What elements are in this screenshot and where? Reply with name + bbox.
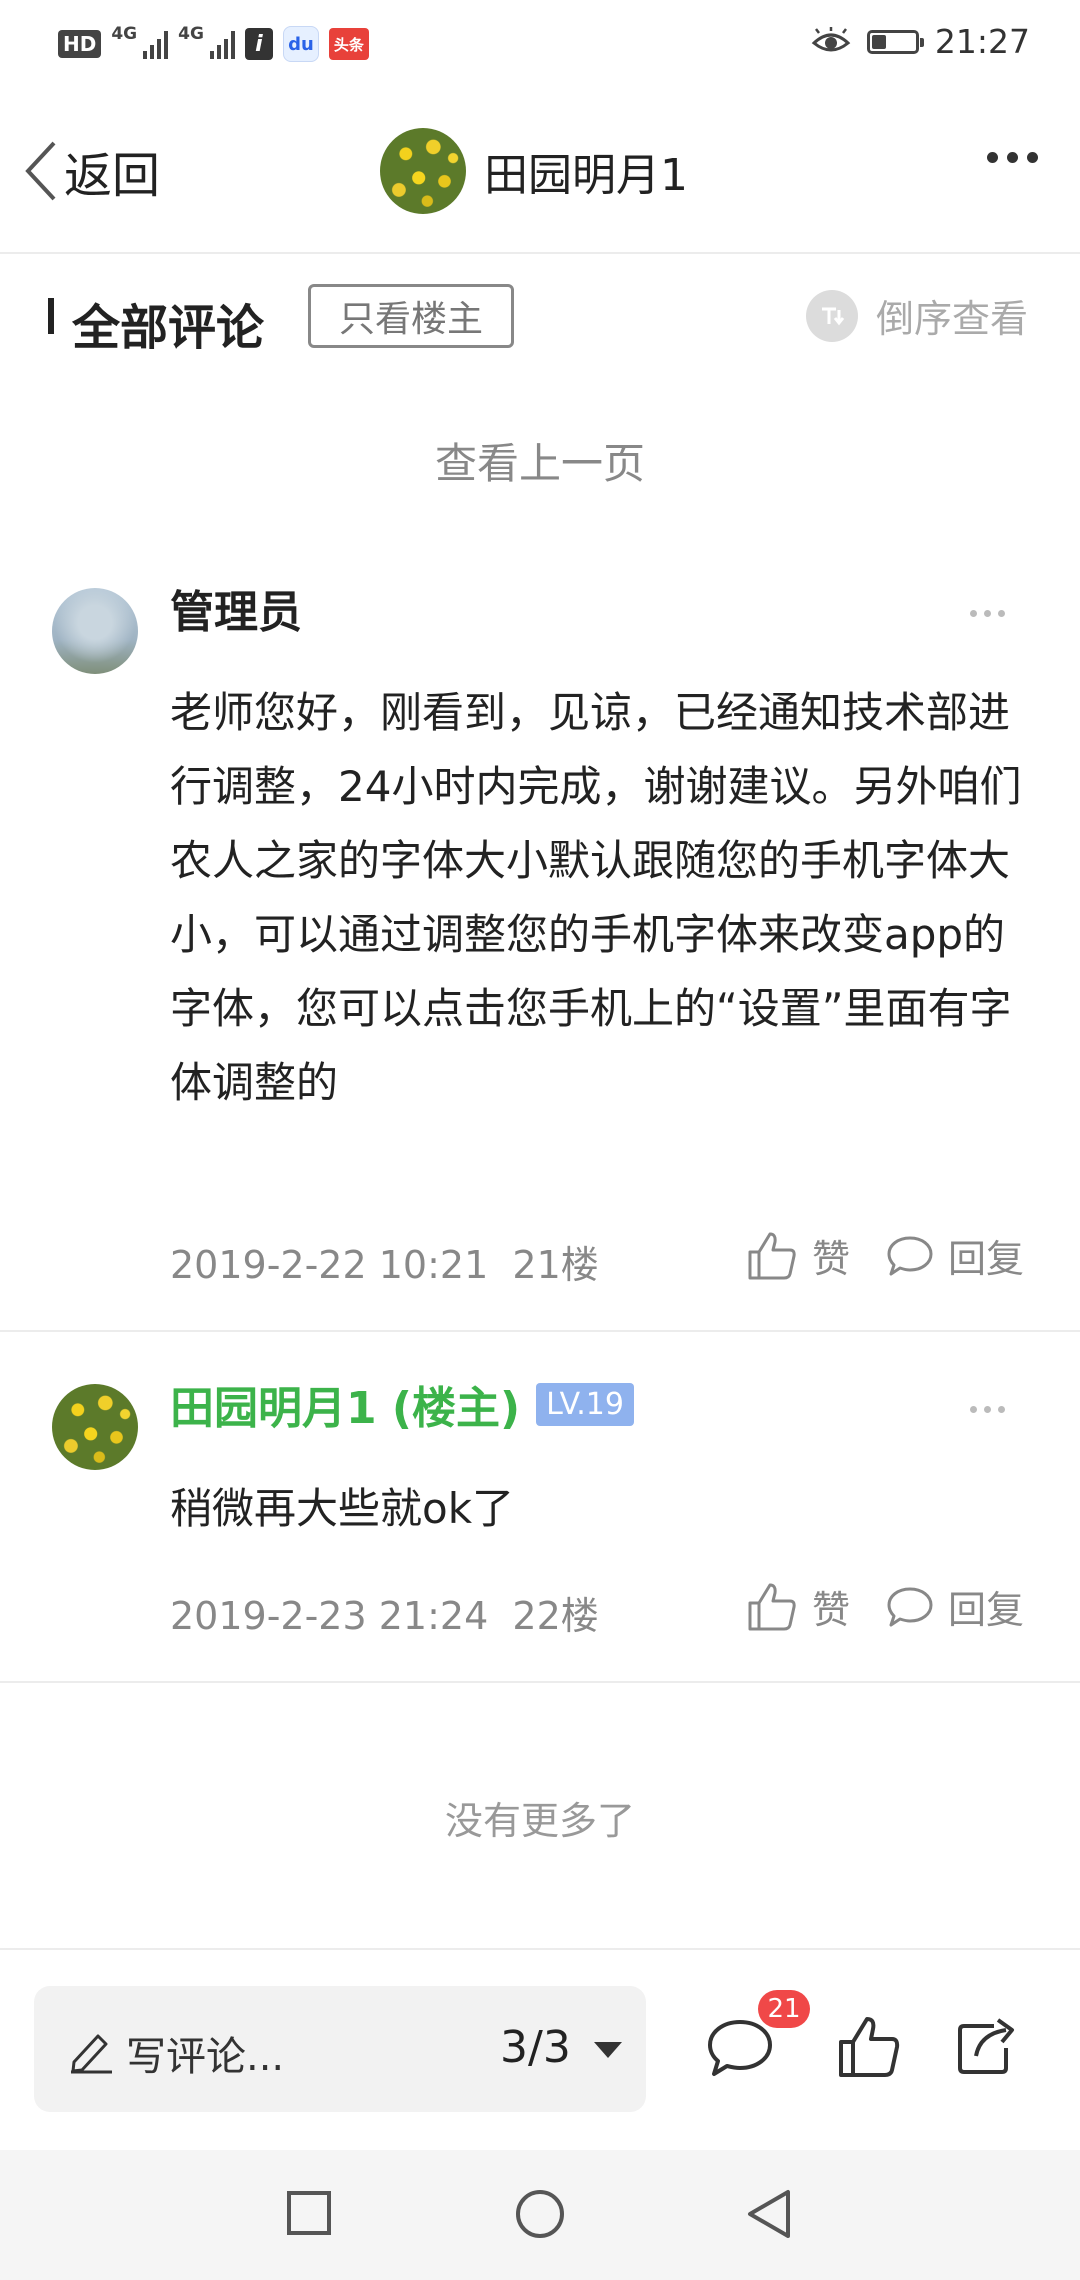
- caret-down-icon[interactable]: [594, 2042, 622, 2058]
- op-only-button[interactable]: 只看楼主: [308, 284, 514, 348]
- comments-icon[interactable]: [706, 2018, 774, 2078]
- comment-meta: 2019-2-22 10:21 21楼: [170, 1234, 599, 1289]
- page-title: 田园明月1: [484, 150, 688, 201]
- status-left: HD 4G 4G i du 头条: [58, 24, 369, 62]
- reply-button[interactable]: 回复: [886, 1579, 1024, 1634]
- comment-author[interactable]: 田园明月1 (楼主): [170, 1372, 520, 1436]
- more-icon[interactable]: [987, 152, 1038, 163]
- reply-label: 回复: [948, 1237, 1025, 1281]
- comment-bubble-icon: [887, 1236, 933, 1275]
- like-button[interactable]: 赞: [746, 1579, 850, 1634]
- back-button[interactable]: 返回: [20, 136, 160, 206]
- status-time: 21:27: [934, 22, 1030, 61]
- info-app-icon: i: [244, 28, 273, 60]
- comment-actions: 赞 回复: [746, 1228, 1024, 1283]
- toutiao-app-icon: 头条: [328, 28, 369, 60]
- thumbs-up-icon[interactable]: [836, 2014, 902, 2080]
- status-bar: HD 4G 4G i du 头条 21:27: [0, 0, 1080, 92]
- prev-page-link[interactable]: 查看上一页: [0, 430, 1080, 491]
- comment-input[interactable]: 写评论... 3/3: [34, 1986, 646, 2112]
- level-badge: LV.19: [536, 1382, 634, 1426]
- like-label: 赞: [812, 1237, 851, 1281]
- divider: [0, 1330, 1080, 1332]
- comment-date: 2019-2-23 21:24: [170, 1594, 489, 1638]
- avatar[interactable]: [52, 1384, 138, 1470]
- hd-icon: HD: [58, 30, 102, 58]
- comment-body: 稍微再大些就ok了: [170, 1484, 515, 1533]
- baidu-app-icon: du: [282, 26, 319, 62]
- page-indicator[interactable]: 3/3: [500, 2022, 571, 2073]
- signal-icon: [209, 29, 235, 59]
- network-type-1: 4G: [111, 24, 138, 44]
- back-label: 返回: [64, 148, 161, 204]
- no-more-text: 没有更多了: [444, 1799, 635, 1843]
- signal-icon: [143, 29, 169, 59]
- reply-label: 回复: [948, 1588, 1025, 1632]
- pencil-icon: [71, 2034, 112, 2074]
- comment-input-placeholder: 写评论...: [126, 2034, 285, 2080]
- comment-count-badge: 21: [758, 1990, 810, 2028]
- comment-body: 老师您好，刚看到，见谅，已经通知技术部进行调整，24小时内完成，谢谢建议。另外咱…: [170, 688, 1022, 1107]
- nav-user[interactable]: 田园明月1: [380, 128, 688, 214]
- reverse-order-button[interactable]: 倒序查看: [805, 288, 1028, 343]
- section-title: 全部评论: [72, 300, 265, 356]
- thumbs-up-icon: [748, 1583, 796, 1630]
- comment-more-icon[interactable]: [970, 610, 1005, 617]
- comment-author-row: 田园明月1 (楼主) LV.19: [170, 1372, 634, 1436]
- comment-floor: 22楼: [512, 1594, 599, 1638]
- chevron-left-icon: [25, 141, 56, 201]
- back-nav-icon[interactable]: [744, 2188, 792, 2240]
- section-marker: [48, 298, 54, 334]
- comment-meta: 2019-2-23 21:24 22楼: [170, 1585, 599, 1640]
- top-nav-bar: 返回 田园明月1: [0, 92, 1080, 254]
- like-button[interactable]: 赞: [746, 1228, 850, 1283]
- comment-author[interactable]: 管理员: [170, 576, 302, 640]
- reply-button[interactable]: 回复: [886, 1228, 1024, 1283]
- comment-more-icon[interactable]: [970, 1406, 1005, 1413]
- eye-icon: [811, 26, 851, 51]
- share-icon[interactable]: [954, 2012, 1020, 2078]
- comment-bubble-icon: [887, 1587, 933, 1626]
- bottom-bar: 写评论... 3/3 21: [0, 1948, 1080, 2152]
- thumbs-up-icon: [748, 1232, 796, 1279]
- status-right: 21:27: [811, 22, 1030, 61]
- reverse-order-label: 倒序查看: [875, 297, 1028, 341]
- divider: [0, 1681, 1080, 1683]
- avatar[interactable]: [380, 128, 466, 214]
- avatar[interactable]: [52, 588, 138, 674]
- comment-date: 2019-2-22 10:21: [170, 1243, 489, 1287]
- recents-icon[interactable]: [286, 2190, 332, 2236]
- network-type-2: 4G: [178, 24, 204, 44]
- battery-icon: [866, 29, 924, 54]
- system-nav-bar: [0, 2150, 1080, 2280]
- comment-actions: 赞 回复: [746, 1579, 1024, 1634]
- like-label: 赞: [812, 1588, 851, 1632]
- comment-floor: 21楼: [512, 1243, 599, 1287]
- sort-icon: [805, 289, 858, 342]
- home-icon[interactable]: [514, 2188, 566, 2240]
